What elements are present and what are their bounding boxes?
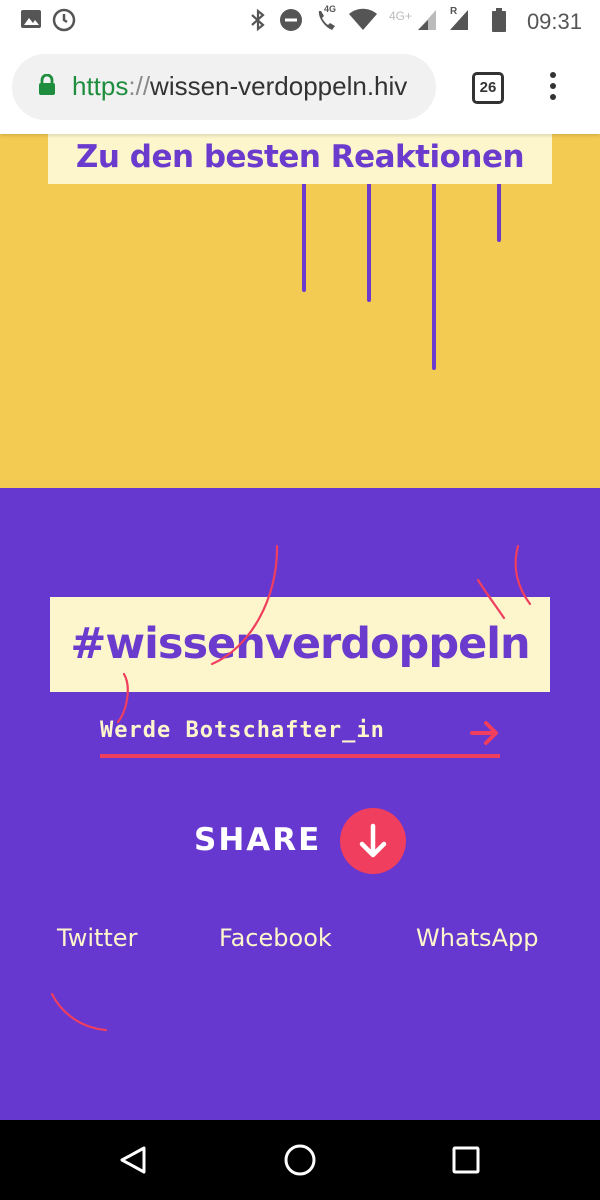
browser-toolbar: https://wissen-verdoppeln.hiv 26 [0,44,600,134]
url-separator: :// [128,71,151,101]
hashtag-banner: #wissenverdoppeln [50,597,550,692]
url-text[interactable]: https://wissen-verdoppeln.hiv [72,71,407,102]
recents-icon[interactable] [446,1140,486,1180]
image-icon [20,8,42,35]
battery-icon [492,8,506,37]
decorative-strokes [50,544,532,1032]
url-host: wissen-verdoppeln.hiv [150,71,408,101]
clock-time: 09:31 [526,9,582,34]
network-label: 4G [324,4,337,14]
back-icon[interactable] [114,1140,154,1180]
page: 4G 4G+ R 09:31 https://wissen-verdoppeln… [0,0,600,1200]
tab-switcher-button[interactable]: 26 [472,72,504,104]
wifi-icon [348,8,378,37]
url-scheme: https [72,71,129,101]
decorative-lines [255,134,501,370]
facebook-link[interactable]: Facebook [219,924,332,952]
ambassador-label: Werde Botschafter_in [100,718,385,743]
home-icon[interactable] [280,1140,320,1180]
arrow-right-icon [470,720,500,751]
best-reactions-button[interactable]: Zu den besten Reaktionen [48,134,552,184]
twitter-link[interactable]: Twitter [57,924,137,952]
link-underline [100,754,500,758]
do-not-disturb-icon [279,8,303,37]
share-label: SHARE [194,822,322,858]
share-toggle-button[interactable] [340,808,406,874]
clock-icon [52,8,76,37]
lock-icon [38,73,56,101]
status-bar: 4G 4G+ R 09:31 [0,0,600,44]
network-label-2: 4G+ [389,9,413,23]
purple-section: #wissenverdoppeln Werde Botschafter_in S… [0,488,600,1120]
overflow-menu-icon[interactable] [540,72,566,106]
yellow-section: Zu den besten Reaktionen [0,134,600,488]
system-nav-bar [0,1120,600,1200]
arrow-down-icon [359,823,387,858]
whatsapp-link[interactable]: WhatsApp [416,924,538,952]
become-ambassador-link[interactable]: Werde Botschafter_in [100,714,500,758]
bluetooth-icon [250,8,266,37]
signal-icon [416,8,438,37]
signal-roaming-icon [448,8,470,37]
url-bar[interactable]: https://wissen-verdoppeln.hiv [12,54,436,120]
